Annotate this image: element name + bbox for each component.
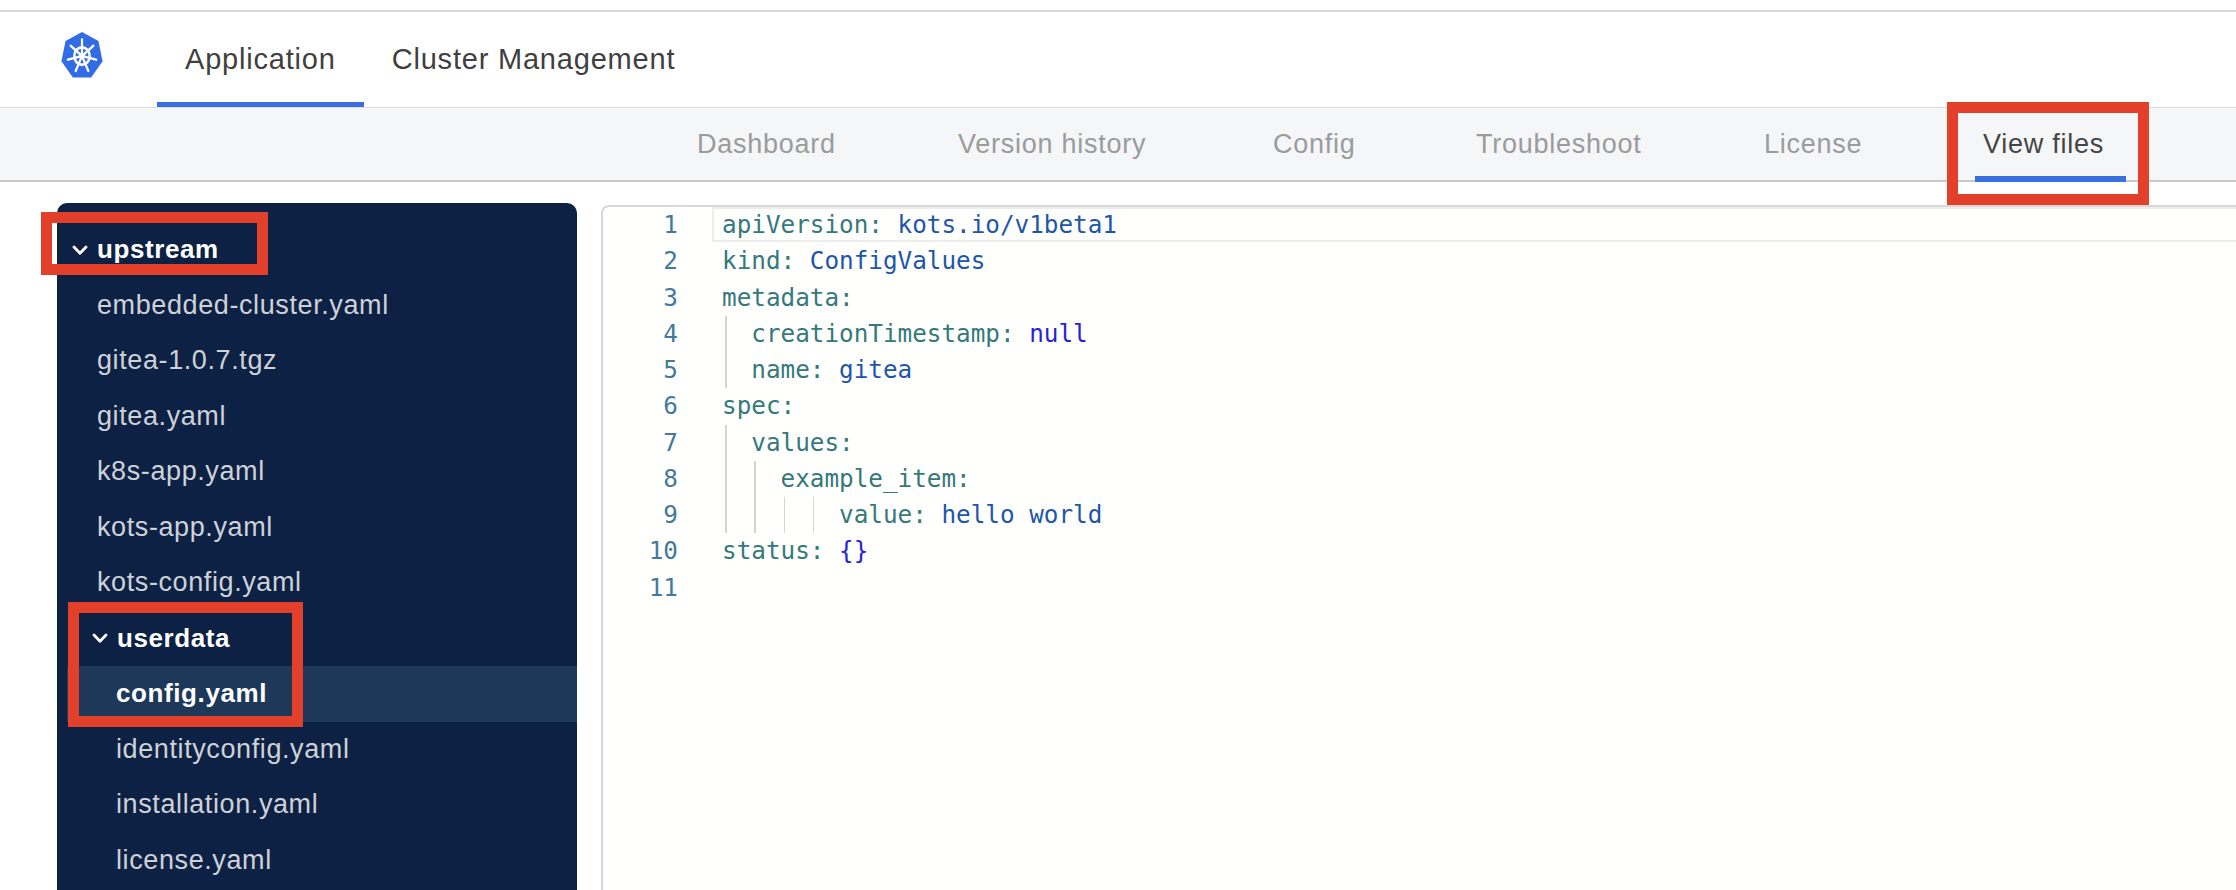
subnav-tab-troubleshoot[interactable]: Troubleshoot — [1476, 108, 1642, 180]
code-token: status: — [722, 536, 824, 565]
code-token: metadata: — [722, 283, 854, 312]
line-number: 10 — [603, 533, 708, 569]
line-number: 1 — [603, 207, 708, 243]
code-token — [824, 355, 839, 384]
header-tabs: Application Cluster Management — [157, 12, 703, 107]
file-label: k8s-app.yaml — [97, 456, 265, 487]
code-line-text: apiVersion: kots.io/v1beta1 — [708, 207, 2236, 243]
code-token: hello world — [941, 500, 1102, 529]
annotation-box-upstream-folder — [41, 212, 268, 275]
file-label: embedded-cluster.yaml — [97, 290, 389, 321]
tree-file-k8s-app.yaml[interactable]: k8s-app.yaml — [57, 444, 577, 500]
file-label: gitea.yaml — [97, 401, 226, 432]
code-token — [1015, 319, 1030, 348]
app-subnav: Dashboard Version history Config Troublesho… — [0, 107, 2236, 182]
header-tab-label: Cluster Management — [392, 43, 676, 76]
line-number: 3 — [603, 280, 708, 316]
line-number: 11 — [603, 570, 708, 606]
code-token — [883, 210, 898, 239]
code-line-9[interactable]: value: hello world — [708, 497, 2236, 533]
code-token: values: — [751, 428, 853, 457]
line-number: 6 — [603, 388, 708, 424]
code-line-5[interactable]: name: gitea — [708, 352, 2236, 388]
line-number: 8 — [603, 461, 708, 497]
code-token: gitea — [839, 355, 912, 384]
code-line-6[interactable]: spec: — [708, 388, 2236, 424]
code-token: ConfigValues — [810, 246, 986, 275]
subnav-tab-label: Config — [1273, 129, 1356, 160]
code-line-1[interactable]: apiVersion: kots.io/v1beta1 — [708, 207, 2236, 243]
code-token: name: — [751, 355, 824, 384]
code-line-text: name: gitea — [708, 352, 2236, 388]
code-token: creationTimestamp: — [751, 319, 1014, 348]
code-token: null — [1029, 319, 1088, 348]
kots-admin-console: Application Cluster Management Dashboard V… — [0, 0, 2236, 890]
header-tab-label: Application — [185, 43, 336, 76]
header-tab-cluster-management[interactable]: Cluster Management — [364, 12, 704, 107]
annotation-box-userdata-config — [68, 602, 303, 727]
code-token — [824, 536, 839, 565]
code-token: example_item: — [781, 464, 971, 493]
subnav-tab-label: Troubleshoot — [1476, 129, 1642, 160]
code-line-text: spec: — [708, 388, 2236, 424]
editor-content[interactable]: apiVersion: kots.io/v1beta1kind: ConfigV… — [708, 207, 2236, 890]
code-token: value: — [839, 500, 927, 529]
code-line-text: creationTimestamp: null — [708, 316, 2236, 352]
tree-file-license.yaml[interactable]: license.yaml — [57, 833, 577, 889]
subnav-tab-label: License — [1764, 129, 1862, 160]
code-line-text: metadata: — [708, 280, 2236, 316]
code-token: {} — [839, 536, 868, 565]
line-number: 2 — [603, 243, 708, 279]
code-token: kind: — [722, 246, 795, 275]
file-label: identityconfig.yaml — [116, 734, 350, 765]
code-line-text: kind: ConfigValues — [708, 243, 2236, 279]
app-header: Application Cluster Management — [0, 12, 2236, 107]
code-line-11[interactable] — [708, 570, 2236, 606]
subnav-tab-license[interactable]: License — [1764, 108, 1862, 180]
subnav-tab-label: Version history — [958, 129, 1146, 160]
subnav-tab-version-history[interactable]: Version history — [958, 108, 1146, 180]
line-number: 9 — [603, 497, 708, 533]
editor-line-numbers: 1234567891011 — [603, 207, 708, 606]
header-tab-application[interactable]: Application — [157, 12, 364, 107]
tree-file-installation.yaml[interactable]: installation.yaml — [57, 777, 577, 833]
line-number: 5 — [603, 352, 708, 388]
line-number: 4 — [603, 316, 708, 352]
tree-file-kots-app.yaml[interactable]: kots-app.yaml — [57, 500, 577, 556]
code-token — [795, 246, 810, 275]
code-line-4[interactable]: creationTimestamp: null — [708, 316, 2236, 352]
file-label: gitea-1.0.7.tgz — [97, 345, 277, 376]
subnav-tab-label: Dashboard — [697, 129, 836, 160]
code-line-7[interactable]: values: — [708, 425, 2236, 461]
tree-file-embedded-cluster.yaml[interactable]: embedded-cluster.yaml — [57, 278, 577, 334]
file-label: kots-config.yaml — [97, 567, 302, 598]
file-label: kots-app.yaml — [97, 512, 273, 543]
code-line-text: status: {} — [708, 533, 2236, 569]
annotation-box-view-files-tab — [1947, 102, 2149, 205]
subnav-tab-config[interactable]: Config — [1273, 108, 1356, 180]
code-line-3[interactable]: metadata: — [708, 280, 2236, 316]
file-label: license.yaml — [116, 845, 272, 876]
file-label: installation.yaml — [116, 789, 318, 820]
code-token: kots.io/v1beta1 — [898, 210, 1117, 239]
code-line-text: example_item: — [708, 461, 2236, 497]
kubernetes-logo-icon — [60, 31, 104, 81]
code-token — [927, 500, 942, 529]
tree-file-gitea-1.0.7.tgz[interactable]: gitea-1.0.7.tgz — [57, 333, 577, 389]
yaml-editor[interactable]: apiVersion: kots.io/v1beta1kind: ConfigV… — [601, 205, 2236, 890]
tree-file-gitea.yaml[interactable]: gitea.yaml — [57, 389, 577, 445]
tree-file-identityconfig.yaml[interactable]: identityconfig.yaml — [57, 722, 577, 778]
code-line-10[interactable]: status: {} — [708, 533, 2236, 569]
line-number: 7 — [603, 425, 708, 461]
subnav-tab-dashboard[interactable]: Dashboard — [697, 108, 836, 180]
code-line-2[interactable]: kind: ConfigValues — [708, 243, 2236, 279]
code-line-8[interactable]: example_item: — [708, 461, 2236, 497]
code-token: spec: — [722, 391, 795, 420]
code-token: apiVersion: — [722, 210, 883, 239]
file-tree-sidebar: upstreamembedded-cluster.yamlgitea-1.0.7… — [57, 203, 577, 890]
code-line-text: value: hello world — [708, 497, 2236, 533]
code-line-text: values: — [708, 425, 2236, 461]
